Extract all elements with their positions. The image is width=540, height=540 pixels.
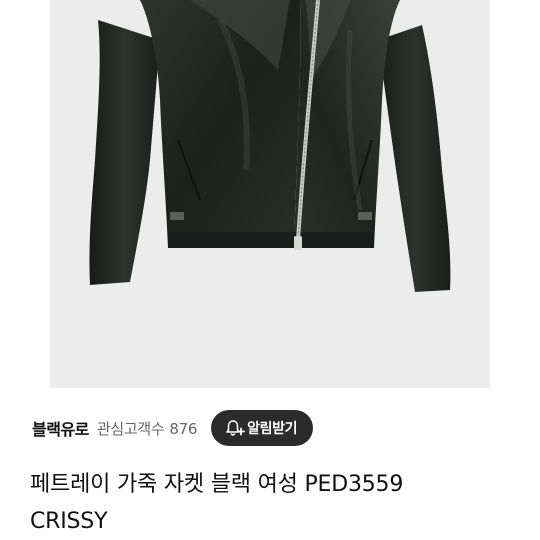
product-title: 페트레이 가죽 자켓 블랙 여성 PED3559 CRISSY bbox=[30, 466, 520, 540]
interest-count: 876 bbox=[169, 419, 198, 438]
product-detail-page: 블랙유로 관심고객수 876 알림받기 페트레이 가죽 자켓 블랙 여성 PED3… bbox=[0, 0, 540, 540]
product-title-line-2: CRISSY bbox=[30, 509, 108, 534]
product-title-line-1: 페트레이 가죽 자켓 블랙 여성 PED3559 bbox=[30, 472, 404, 497]
get-alert-label: 알림받기 bbox=[247, 421, 298, 437]
get-alert-button[interactable]: 알림받기 bbox=[211, 410, 314, 446]
brand-row: 블랙유로 관심고객수 876 알림받기 bbox=[32, 408, 508, 448]
interest-count-text: 관심고객수 876 bbox=[96, 418, 198, 439]
bell-plus-icon bbox=[225, 419, 246, 437]
brand-name[interactable]: 블랙유로 bbox=[32, 416, 89, 440]
product-image[interactable] bbox=[50, 0, 490, 388]
interest-label: 관심고객수 bbox=[96, 419, 165, 438]
leather-jacket-illustration bbox=[89, 0, 451, 292]
